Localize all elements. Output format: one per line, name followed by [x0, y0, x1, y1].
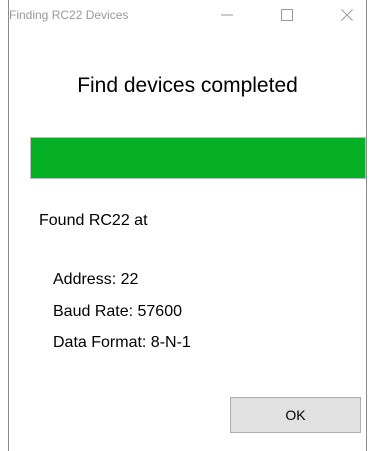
dialog-window: Finding RC22 Devices Find devices comple…: [0, 0, 375, 451]
baud-rate-value: Baud Rate: 57600: [53, 303, 182, 320]
progress-bar: [30, 137, 366, 179]
maximize-button[interactable]: [267, 0, 307, 30]
close-button[interactable]: [327, 0, 367, 30]
close-icon: [341, 9, 353, 21]
window-right-border: [366, 0, 367, 451]
ok-button[interactable]: OK: [230, 397, 361, 433]
maximize-icon: [281, 9, 293, 21]
status-heading: Find devices completed: [77, 74, 298, 97]
minimize-button[interactable]: [207, 0, 247, 30]
progress-bar-fill: [31, 138, 365, 178]
data-format-value: Data Format: 8-N-1: [53, 334, 191, 351]
found-device-label: Found RC22 at: [39, 212, 148, 229]
title-bar[interactable]: Finding RC22 Devices: [9, 0, 366, 30]
minimize-icon: [221, 14, 233, 16]
window-left-border: [8, 0, 9, 451]
address-value: Address: 22: [53, 271, 139, 288]
window-title: Finding RC22 Devices: [9, 8, 129, 22]
